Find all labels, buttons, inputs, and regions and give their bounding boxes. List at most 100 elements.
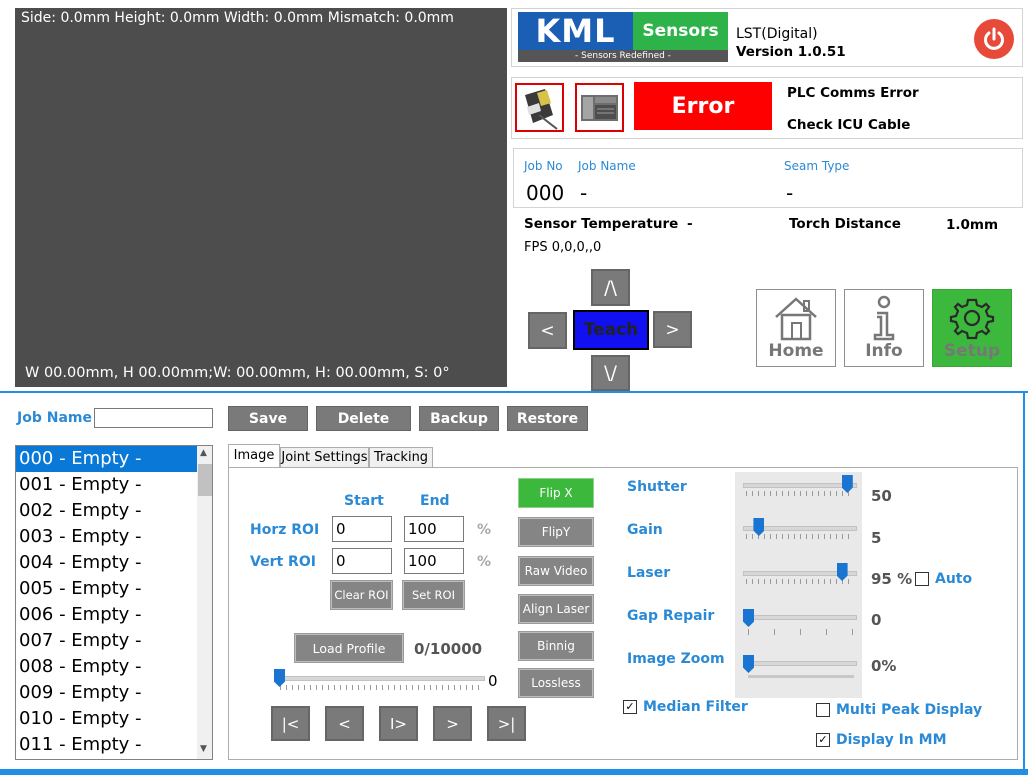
median-filter-checkbox[interactable]: ✓ <box>623 700 637 714</box>
set-roi-button[interactable]: Set ROI <box>402 580 465 610</box>
job-list-scrollbar[interactable]: ▲ ▼ <box>197 446 212 759</box>
sensor-temperature-value: - <box>687 216 693 232</box>
error-message-1: PLC Comms Error <box>787 85 919 101</box>
list-item[interactable]: 007 - Empty - <box>16 628 197 654</box>
fps-readout: FPS 0,0,0,,0 <box>524 240 602 255</box>
list-item[interactable]: 002 - Empty - <box>16 498 197 524</box>
roi-end-label: End <box>420 493 450 509</box>
shutter-value: 50 <box>871 487 892 505</box>
kml-logo: KML Sensors - Sensors Redefined - <box>518 12 728 62</box>
teach-button[interactable]: Teach <box>573 310 649 350</box>
list-item[interactable]: 008 - Empty - <box>16 654 197 680</box>
seam-type-label: Seam Type <box>784 159 850 173</box>
laser-label: Laser <box>627 565 671 581</box>
job-list[interactable]: 000 - Empty -001 - Empty -002 - Empty -0… <box>15 445 213 760</box>
multi-peak-checkbox[interactable] <box>816 703 830 717</box>
measurement-readout: Side: 0.0mm Height: 0.0mm Width: 0.0mm M… <box>21 10 454 26</box>
shutter-slider[interactable] <box>740 475 858 501</box>
horz-roi-start-input[interactable] <box>332 516 392 542</box>
list-item[interactable]: 010 - Empty - <box>16 706 197 732</box>
camera-view: Side: 0.0mm Height: 0.0mm Width: 0.0mm M… <box>15 8 507 387</box>
torch-distance-label: Torch Distance <box>789 216 901 232</box>
job-name-label: Job Name <box>578 159 636 173</box>
list-item[interactable]: 005 - Empty - <box>16 576 197 602</box>
job-name-value: - <box>580 181 588 205</box>
teach-right-button[interactable]: > <box>653 311 692 348</box>
align-laser-button[interactable]: Align Laser <box>518 594 594 624</box>
multi-peak-label: Multi Peak Display <box>836 702 983 718</box>
raw-video-button[interactable]: Raw Video <box>518 556 594 586</box>
last-frame-button[interactable]: >| <box>487 706 526 741</box>
profile-slider[interactable] <box>270 668 485 692</box>
lossless-button[interactable]: Lossless <box>518 668 594 698</box>
job-name-input[interactable] <box>94 408 213 428</box>
next-frame-button[interactable]: > <box>433 706 472 741</box>
info-label: Info <box>865 341 903 361</box>
gap-repair-slider-thumb[interactable] <box>743 609 754 627</box>
horz-roi-label: Horz ROI <box>250 522 320 538</box>
job-no-value: 000 <box>526 181 565 205</box>
gap-repair-slider[interactable] <box>740 607 858 637</box>
flip-x-button[interactable]: Flip X <box>518 478 594 508</box>
auto-label: Auto <box>935 571 973 587</box>
product-name: LST(Digital) <box>736 26 818 42</box>
horz-roi-end-input[interactable] <box>404 516 464 542</box>
auto-checkbox[interactable] <box>915 572 929 586</box>
profile-count: 0/10000 <box>414 640 483 658</box>
flip-y-button[interactable]: FlipY <box>518 517 594 547</box>
header-panel: KML Sensors - Sensors Redefined - LST(Di… <box>511 8 1023 67</box>
laser-slider[interactable] <box>740 563 858 589</box>
first-frame-button[interactable]: |< <box>271 706 310 741</box>
image-zoom-label: Image Zoom <box>627 651 725 667</box>
home-icon <box>775 297 817 341</box>
logo-tagline: - Sensors Redefined - <box>518 50 728 62</box>
scroll-down-icon[interactable]: ▼ <box>200 744 207 754</box>
home-button[interactable]: Home <box>756 289 836 367</box>
teach-left-button[interactable]: < <box>528 312 567 349</box>
display-mm-checkbox[interactable]: ✓ <box>816 733 830 747</box>
vert-roi-start-input[interactable] <box>332 548 392 574</box>
info-button[interactable]: Info <box>844 289 924 367</box>
vert-roi-end-input[interactable] <box>404 548 464 574</box>
tab-tracking[interactable]: Tracking <box>369 447 433 468</box>
display-mm-label: Display In MM <box>836 732 947 748</box>
job-name-field-label: Job Name <box>17 410 92 426</box>
status-panel: Error PLC Comms Error Check ICU Cable <box>511 77 1023 139</box>
list-item[interactable]: 000 - Empty - <box>16 446 197 472</box>
prev-frame-button[interactable]: < <box>325 706 364 741</box>
delete-button[interactable]: Delete <box>316 406 411 431</box>
power-icon[interactable] <box>974 19 1014 59</box>
right-border <box>1023 391 1025 775</box>
play-button[interactable]: I> <box>379 706 418 741</box>
section-divider <box>0 391 1028 393</box>
list-item[interactable]: 001 - Empty - <box>16 472 197 498</box>
list-item[interactable]: 009 - Empty - <box>16 680 197 706</box>
clear-roi-button[interactable]: Clear ROI <box>330 580 393 610</box>
scroll-up-icon[interactable]: ▲ <box>200 448 207 458</box>
tab-joint-settings[interactable]: Joint Settings <box>280 447 369 468</box>
save-button[interactable]: Save <box>228 406 308 431</box>
info-icon <box>873 295 895 341</box>
backup-button[interactable]: Backup <box>419 406 499 431</box>
scroll-thumb[interactable] <box>198 464 212 496</box>
gain-value: 5 <box>871 529 882 547</box>
image-zoom-value: 0% <box>871 657 897 675</box>
gain-label: Gain <box>627 522 663 538</box>
binning-button[interactable]: Binnig <box>518 631 594 661</box>
gain-slider[interactable] <box>740 518 858 544</box>
list-item[interactable]: 011 - Empty - <box>16 732 197 758</box>
list-item[interactable]: 003 - Empty - <box>16 524 197 550</box>
list-item[interactable]: 004 - Empty - <box>16 550 197 576</box>
restore-button[interactable]: Restore <box>507 406 588 431</box>
torch-distance-value: 1.0mm <box>946 217 999 233</box>
tab-image[interactable]: Image <box>228 444 280 468</box>
list-item[interactable]: 006 - Empty - <box>16 602 197 628</box>
image-zoom-slider-thumb[interactable] <box>743 655 754 673</box>
version-label: Version 1.0.51 <box>736 44 846 60</box>
teach-up-button[interactable]: /\ <box>591 269 630 306</box>
setup-button[interactable]: Setup <box>932 289 1012 367</box>
load-profile-button[interactable]: Load Profile <box>294 633 404 663</box>
teach-down-button[interactable]: \/ <box>591 355 630 391</box>
sensor-temperature-label: Sensor Temperature <box>524 216 679 232</box>
image-zoom-slider[interactable] <box>740 653 858 683</box>
